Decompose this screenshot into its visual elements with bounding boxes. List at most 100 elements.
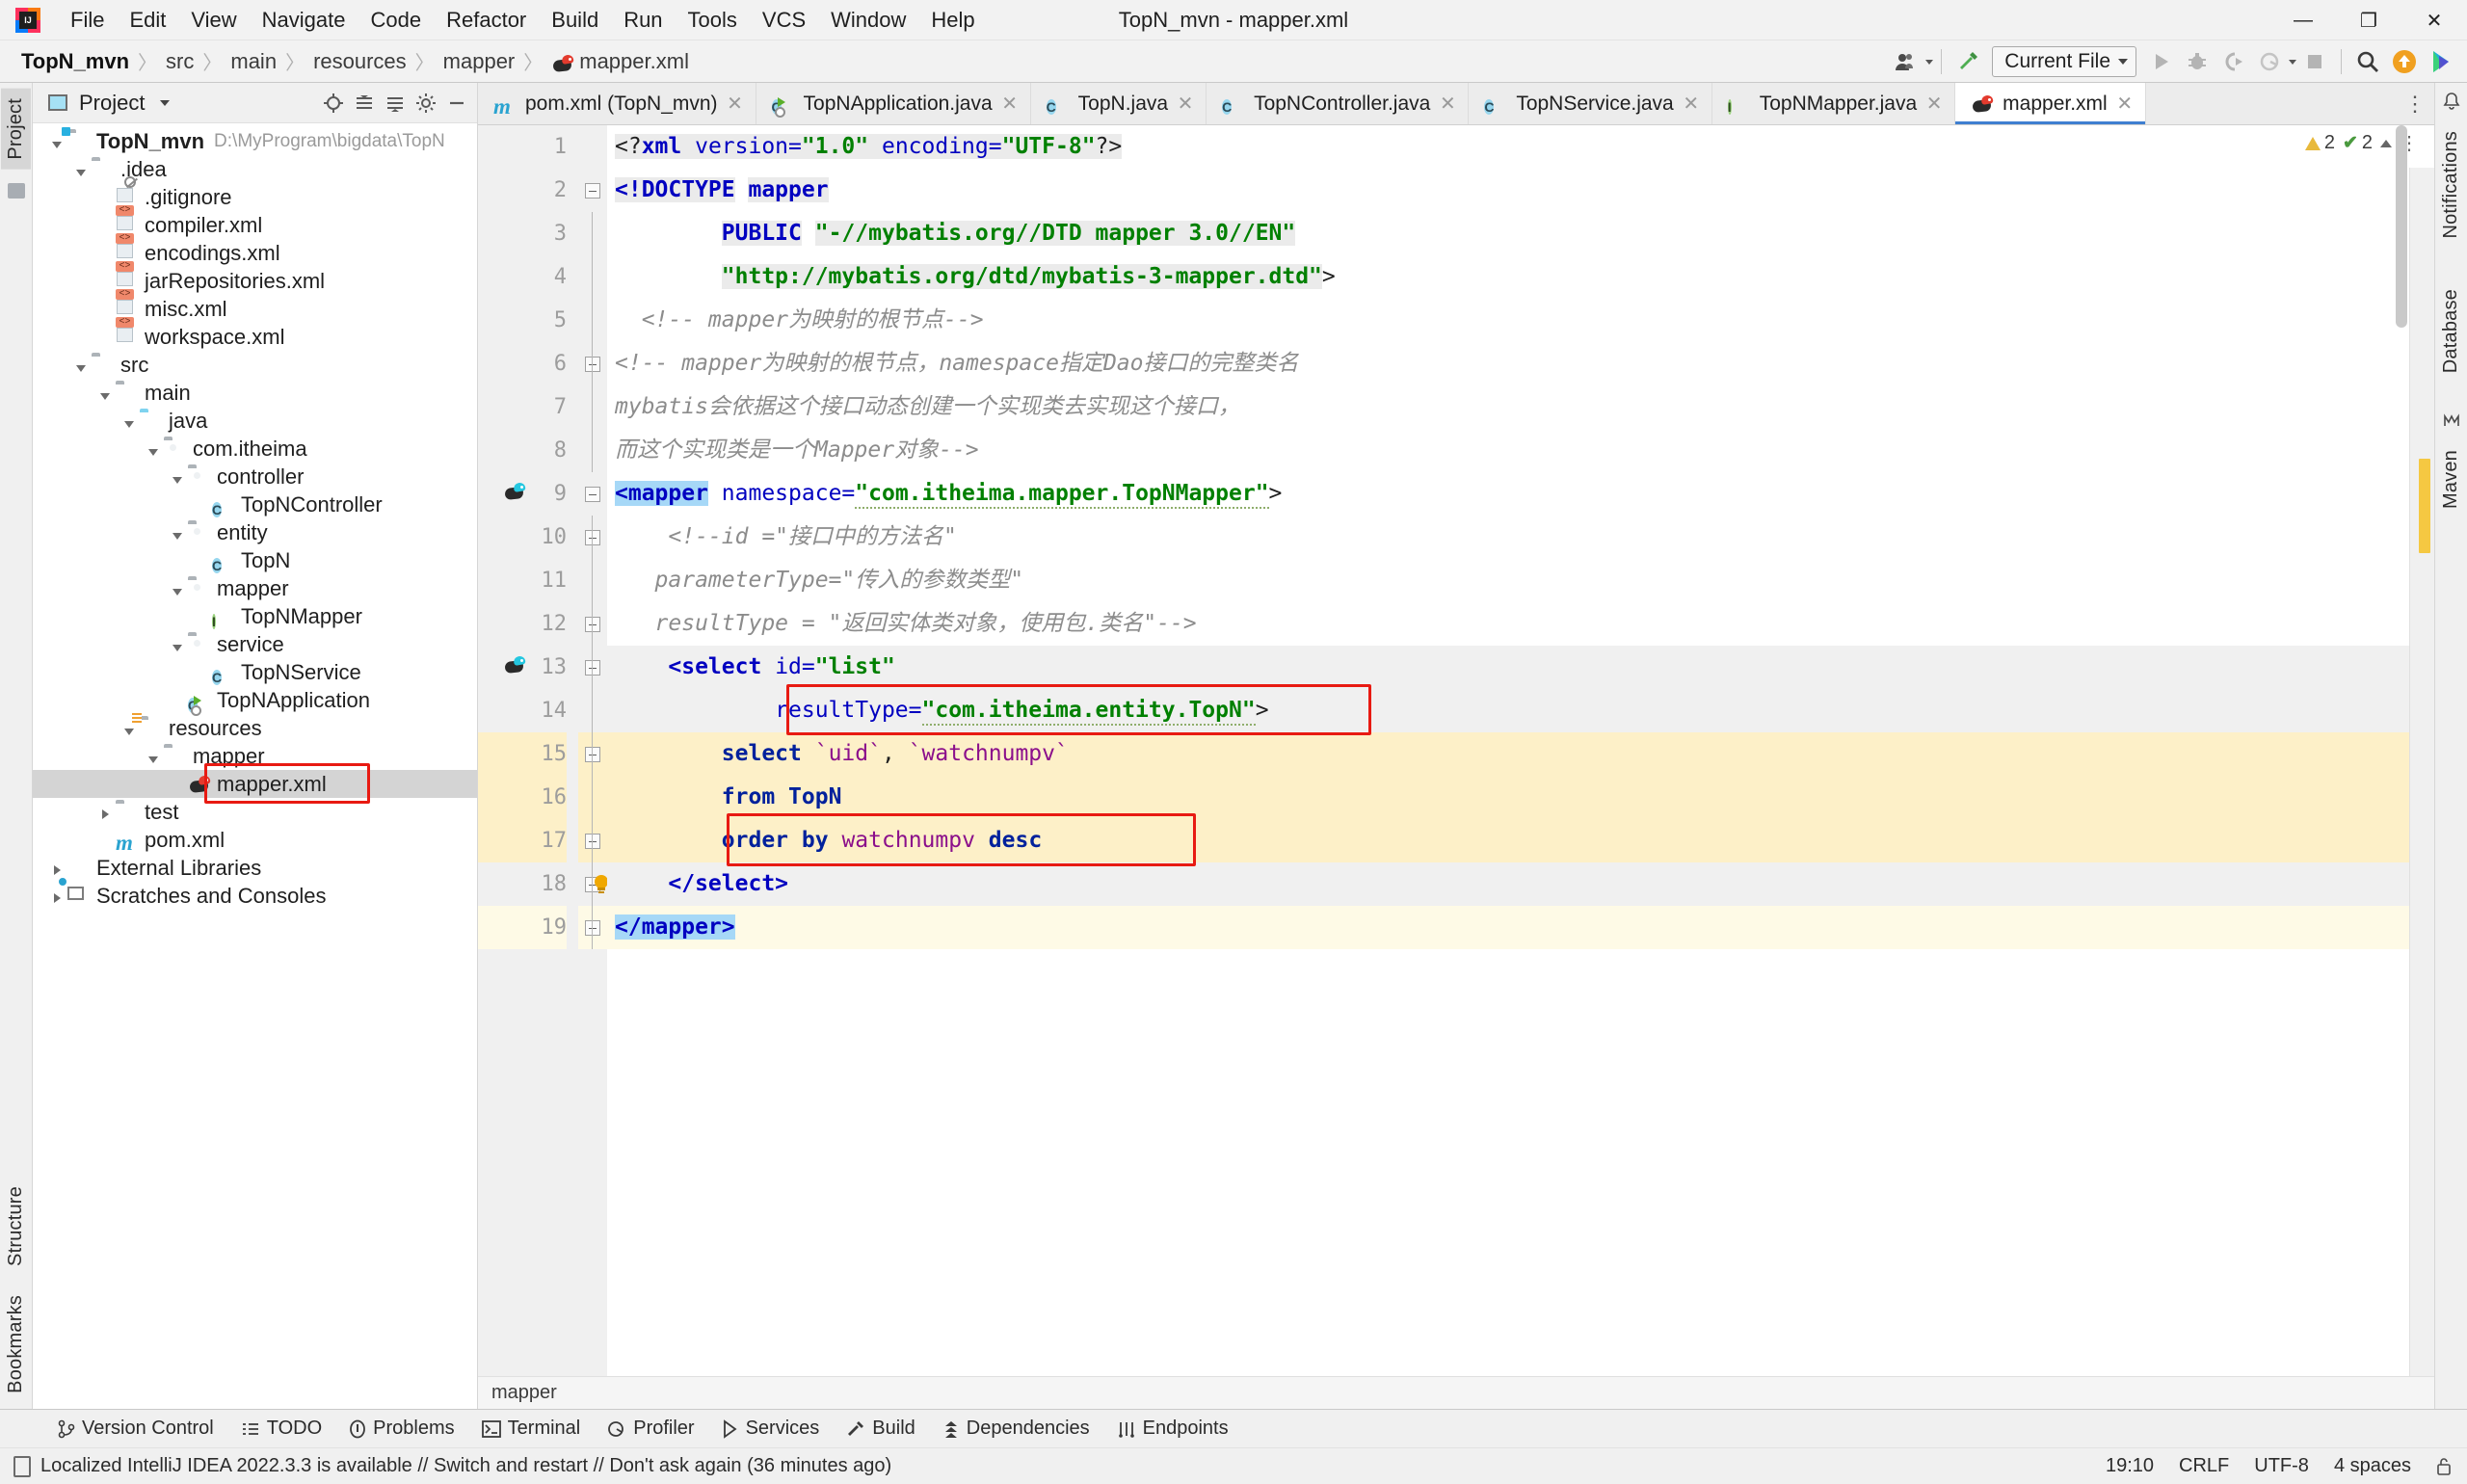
code-editor[interactable]: 1 2 3 4 5 6 7 8 9 10 11 12 13 14 15 16 17 18 19 <?xml vers… <box>478 125 2434 1376</box>
code-line[interactable]: <!--id ="接口中的方法名" <box>607 516 2434 559</box>
notifications-bell-icon[interactable] <box>2441 91 2462 112</box>
code-line[interactable]: mybatis会依据这个接口动态创建一个实现类去实现这个接口， <box>607 385 2434 429</box>
collapse-all-icon[interactable] <box>381 89 410 118</box>
account-icon[interactable] <box>1889 43 1925 80</box>
fold-toggle-icon[interactable] <box>585 920 600 936</box>
code-line[interactable]: <!DOCTYPE mapper <box>607 169 2434 212</box>
tool-window-profiler[interactable]: Profiler <box>594 1414 707 1444</box>
profile-icon[interactable] <box>2252 43 2289 80</box>
tree-item-topnapplication[interactable]: C TopNApplication <box>33 686 477 716</box>
tree-item-topnmapper[interactable]: I TopNMapper <box>33 602 477 630</box>
menu-run[interactable]: Run <box>611 4 675 37</box>
code-line[interactable]: </select> <box>607 862 2434 906</box>
code-line[interactable]: order by watchnumpv desc <box>607 819 2434 862</box>
tree-item-jarrepositories-xml[interactable]: <> jarRepositories.xml <box>33 260 477 295</box>
stop-icon[interactable] <box>2296 43 2333 80</box>
tool-window-bar[interactable]: Version Control TODO Problems Terminal Profi… <box>0 1409 2467 1447</box>
code-line[interactable]: 而这个实现类是一个Mapper对象--> <box>607 429 2434 472</box>
editor-tab-topnmapper-java[interactable]: I TopNMapper.java ✕ <box>1712 83 1956 124</box>
code-line[interactable]: </mapper> <box>607 906 2434 949</box>
chevron-down-icon[interactable] <box>70 353 92 378</box>
editor-breadcrumb[interactable]: mapper <box>478 1376 2434 1409</box>
chevron-down-icon[interactable] <box>143 437 164 462</box>
code-line[interactable]: select `uid`, `watchnumpv` <box>607 732 2434 776</box>
minimize-button[interactable]: — <box>2270 0 2336 40</box>
code-folding-gutter[interactable] <box>578 125 608 1376</box>
run-icon[interactable] <box>2142 43 2179 80</box>
fold-toggle-icon[interactable] <box>585 660 600 676</box>
code-line[interactable]: <!-- mapper为映射的根节点，namespace指定Dao接口的完整类名 <box>607 342 2434 385</box>
code-line[interactable]: parameterType="传入的参数类型" <box>607 559 2434 602</box>
chevron-down-icon[interactable] <box>167 520 188 545</box>
tree-item-test[interactable]: test <box>33 798 477 826</box>
tree-item-workspace-xml[interactable]: <> workspace.xml <box>33 316 477 351</box>
file-encoding[interactable]: UTF-8 <box>2254 1455 2309 1477</box>
mybatis-navigation-icon[interactable] <box>503 655 526 676</box>
fold-toggle-icon[interactable] <box>585 834 600 849</box>
close-icon[interactable]: ✕ <box>1439 92 1456 116</box>
close-icon[interactable]: ✕ <box>1925 92 1943 116</box>
code-line[interactable]: <select id="list" <box>607 646 2434 689</box>
editor-annotation-gutter[interactable] <box>478 125 532 1376</box>
line-separator[interactable]: CRLF <box>2179 1455 2229 1477</box>
sidebar-item-structure[interactable]: Structure <box>1 1177 31 1276</box>
update-project-icon[interactable] <box>2386 43 2423 80</box>
chevron-down-icon[interactable] <box>70 157 92 182</box>
editor-scrollbar[interactable] <box>2396 125 2407 328</box>
error-stripe-mark[interactable] <box>2419 459 2430 553</box>
fold-toggle-icon[interactable] <box>585 747 600 762</box>
menu-view[interactable]: View <box>178 4 249 37</box>
tool-window-build[interactable]: Build <box>833 1414 928 1444</box>
error-stripe-marker-bar[interactable] <box>2409 168 2434 1376</box>
code-line[interactable]: <mapper namespace="com.itheima.mapper.To… <box>607 472 2434 516</box>
account-chevron-down-icon[interactable] <box>1925 59 1934 65</box>
chevron-up-icon[interactable] <box>2380 139 2392 147</box>
run-configuration-selector[interactable]: Current File <box>1992 46 2136 77</box>
editor-tab-bar[interactable]: m pom.xml (TopN_mvn) ✕ C TopNApplication.jav… <box>478 83 2434 125</box>
gear-icon[interactable] <box>411 89 440 118</box>
tree-item-controller[interactable]: controller <box>33 463 477 490</box>
tree-item-src[interactable]: src <box>33 351 477 379</box>
maximize-button[interactable]: ❐ <box>2336 0 2401 40</box>
tree-item-topncontroller[interactable]: C TopNController <box>33 490 477 518</box>
chevron-down-icon[interactable] <box>167 464 188 490</box>
sidebar-item-database[interactable]: Database <box>2436 279 2466 383</box>
build-hammer-icon[interactable] <box>1950 43 1986 80</box>
inspection-widget[interactable]: 2 ✔ 2 ⋮ <box>2304 131 2421 155</box>
profile-chevron-down-icon[interactable] <box>2289 59 2296 65</box>
expand-all-icon[interactable] <box>350 89 379 118</box>
code-line[interactable]: resultType = "返回实体类对象，使用包.类名"--> <box>607 602 2434 646</box>
tool-window-problems[interactable]: Problems <box>335 1414 467 1444</box>
tree-item-topnservice[interactable]: C TopNService <box>33 658 477 686</box>
ide-feature-trainer-icon[interactable] <box>2423 43 2459 80</box>
tool-window-terminal[interactable]: Terminal <box>468 1414 595 1444</box>
project-folder-icon[interactable] <box>7 182 25 199</box>
editor-tab-topncontroller-java[interactable]: C TopNController.java ✕ <box>1207 83 1470 124</box>
editor-tab-topnservice-java[interactable]: C TopNService.java ✕ <box>1469 83 1712 124</box>
inspection-warnings[interactable]: 2 <box>2304 132 2335 154</box>
menu-refactor[interactable]: Refactor <box>434 4 539 37</box>
code-line[interactable]: resultType="com.itheima.entity.TopN"> <box>607 689 2434 732</box>
menu-window[interactable]: Window <box>818 4 918 37</box>
fold-toggle-icon[interactable] <box>585 487 600 502</box>
breadcrumb-item-mapper[interactable]: mapper <box>438 47 521 76</box>
caret-position[interactable]: 19:10 <box>2106 1455 2154 1477</box>
menu-tools[interactable]: Tools <box>676 4 750 37</box>
tool-window-todo[interactable]: TODO <box>227 1414 335 1444</box>
tree-item-pom-xml[interactable]: m pom.xml <box>33 826 477 855</box>
unlocked-icon[interactable] <box>2436 1457 2452 1476</box>
tree-item-compiler-xml[interactable]: <> compiler.xml <box>33 204 477 239</box>
tree-item-mapper[interactable]: mapper <box>33 574 477 602</box>
tree-item-idea[interactable]: .idea <box>33 155 477 183</box>
debug-icon[interactable] <box>2179 43 2215 80</box>
tool-window-endpoints[interactable]: Endpoints <box>1103 1414 1242 1444</box>
editor-tab-pom-xml-topn-mvn[interactable]: m pom.xml (TopN_mvn) ✕ <box>478 83 756 124</box>
editor-tab-topn-java[interactable]: C TopN.java ✕ <box>1031 83 1207 124</box>
menu-navigate[interactable]: Navigate <box>250 4 358 37</box>
tree-item-encodings-xml[interactable]: <> encodings.xml <box>33 232 477 267</box>
tree-item-java[interactable]: java <box>33 407 477 435</box>
fold-toggle-icon[interactable] <box>585 357 600 372</box>
breadcrumb-item-src[interactable]: src <box>160 47 199 76</box>
code-line[interactable]: "http://mybatis.org/dtd/mybatis-3-mapper… <box>607 255 2434 299</box>
close-icon[interactable]: ✕ <box>727 92 744 116</box>
